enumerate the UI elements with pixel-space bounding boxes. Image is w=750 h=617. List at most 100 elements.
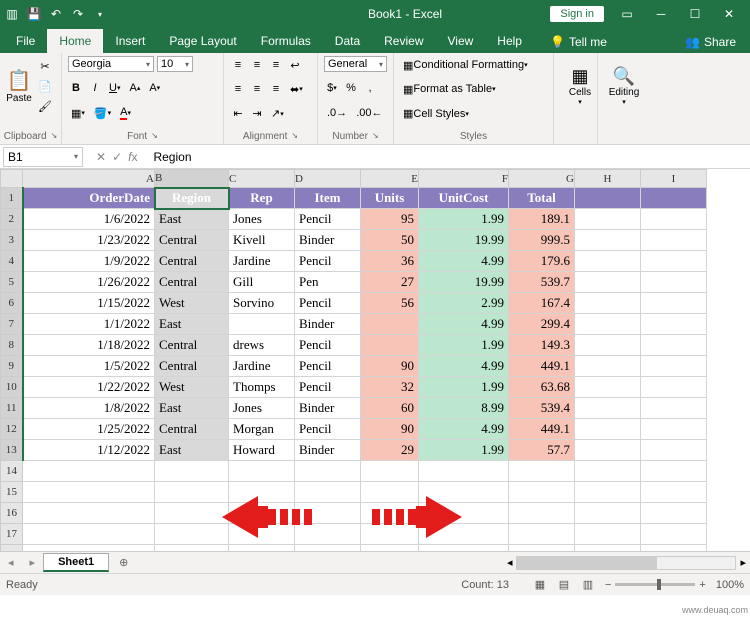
tab-view[interactable]: View [436,29,486,53]
cell[interactable] [575,251,641,272]
cell[interactable] [295,503,361,524]
cell[interactable]: Thomps [229,377,295,398]
cell[interactable]: 1.99 [419,209,509,230]
row-header[interactable]: 3 [1,230,23,251]
cell[interactable] [575,335,641,356]
zoom-level[interactable]: 100% [716,579,744,591]
cell[interactable] [229,524,295,545]
cell[interactable]: Pen [295,272,361,293]
cell[interactable]: Central [155,272,229,293]
cell[interactable]: 1/18/2022 [23,335,155,356]
tab-home[interactable]: Home [47,29,103,53]
cell[interactable]: West [155,293,229,314]
cell[interactable] [361,524,419,545]
cell[interactable] [419,524,509,545]
row-header[interactable]: 11 [1,398,23,419]
row-header[interactable]: 7 [1,314,23,335]
currency-icon[interactable]: $▾ [324,79,340,97]
cell[interactable]: Binder [295,314,361,335]
cell[interactable]: 1.99 [419,440,509,461]
cell[interactable]: 1/15/2022 [23,293,155,314]
cell[interactable]: East [155,398,229,419]
tell-me-search[interactable]: 💡 Tell me [542,31,615,53]
font-size-select[interactable]: 10▾ [157,56,193,72]
cell[interactable]: 449.1 [509,356,575,377]
paste-button[interactable]: 📋 Paste [6,56,32,116]
cell[interactable]: 36 [361,251,419,272]
cell[interactable] [641,482,707,503]
cell[interactable] [575,314,641,335]
decrease-font-icon[interactable]: A▾ [146,79,163,97]
cell[interactable]: Binder [295,398,361,419]
number-format-select[interactable]: General▾ [324,56,387,72]
cell[interactable]: 1/6/2022 [23,209,155,230]
cell[interactable] [23,482,155,503]
cell[interactable]: 63.68 [509,377,575,398]
row-header[interactable]: 17 [1,524,23,545]
cell[interactable] [575,209,641,230]
col-header[interactable]: A [23,170,155,188]
cell[interactable] [361,545,419,552]
cell[interactable]: 1.99 [419,335,509,356]
cell[interactable] [641,398,707,419]
wrap-text-icon[interactable]: ↩ [287,56,303,74]
cell[interactable] [361,503,419,524]
cell[interactable] [361,461,419,482]
font-color-button[interactable]: A▾ [117,104,134,122]
cell[interactable]: Kivell [229,230,295,251]
cell[interactable]: 2.99 [419,293,509,314]
cell[interactable]: 189.1 [509,209,575,230]
decrease-decimal-icon[interactable]: .00← [353,104,385,122]
row-header[interactable]: 5 [1,272,23,293]
cell[interactable] [229,461,295,482]
tab-file[interactable]: File [4,29,47,53]
cell[interactable]: 539.7 [509,272,575,293]
spreadsheet-grid[interactable]: A B C D E F G H I 1 OrderDate Region Rep… [0,169,707,551]
cell[interactable]: 4.99 [419,251,509,272]
row-header[interactable]: 10 [1,377,23,398]
cell[interactable]: Jardine [229,356,295,377]
cell[interactable]: 50 [361,230,419,251]
zoom-in-button[interactable]: + [699,579,705,591]
align-middle-icon[interactable]: ≡ [249,56,265,74]
cell[interactable]: 1/8/2022 [23,398,155,419]
cell[interactable]: 56 [361,293,419,314]
cell[interactable] [641,524,707,545]
fill-color-button[interactable]: 🪣▾ [91,104,114,122]
col-header[interactable]: G [509,170,575,188]
cell[interactable]: OrderDate [23,188,155,209]
cell[interactable] [641,188,707,209]
cell[interactable]: 90 [361,419,419,440]
cell[interactable] [575,230,641,251]
cell[interactable]: Howard [229,440,295,461]
cell[interactable] [575,545,641,552]
cell-styles-button[interactable]: ▦ Cell Styles▾ [400,105,472,123]
cell[interactable]: 4.99 [419,314,509,335]
cell[interactable]: 32 [361,377,419,398]
cell[interactable] [419,545,509,552]
cell[interactable] [509,524,575,545]
cell[interactable] [361,335,419,356]
cell[interactable]: 1/22/2022 [23,377,155,398]
cell[interactable]: Central [155,251,229,272]
cell[interactable]: Total [509,188,575,209]
cell[interactable] [155,461,229,482]
cell[interactable]: West [155,377,229,398]
copy-icon[interactable]: 📄 [35,77,55,95]
tab-formulas[interactable]: Formulas [249,29,323,53]
cell[interactable]: Pencil [295,377,361,398]
row-header[interactable]: 15 [1,482,23,503]
cell[interactable] [229,482,295,503]
cell[interactable] [575,272,641,293]
cell[interactable]: Central [155,419,229,440]
bold-button[interactable]: B [68,79,84,97]
cell[interactable] [23,461,155,482]
cell[interactable] [361,314,419,335]
col-header[interactable]: D [295,170,361,188]
increase-font-icon[interactable]: A▴ [126,79,143,97]
cell[interactable] [641,272,707,293]
cell[interactable] [641,209,707,230]
row-header[interactable]: 18 [1,545,23,552]
decrease-indent-icon[interactable]: ⇤ [230,105,246,123]
share-button[interactable]: 👥 Share [675,31,746,53]
